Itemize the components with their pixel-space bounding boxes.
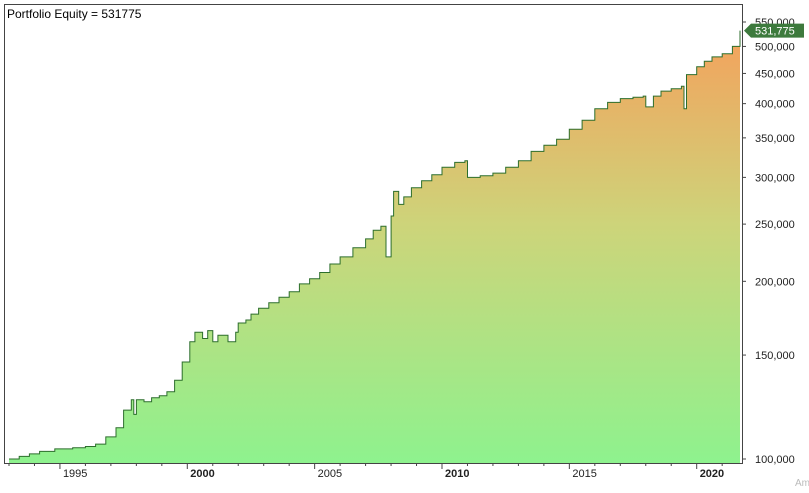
y-tick-label: 100,000: [755, 454, 795, 466]
x-tick-label: 2020: [700, 468, 724, 480]
y-tick-label: 450,000: [755, 68, 795, 80]
y-tick-label: 350,000: [755, 133, 795, 145]
y-tick-label: 200,000: [755, 276, 795, 288]
x-tick-label: 1995: [63, 468, 87, 480]
x-tick-label: 2005: [318, 468, 342, 480]
chart-title: Portfolio Equity = 531775: [7, 7, 142, 21]
last-value-label: 531,775: [755, 26, 795, 38]
x-tick-label: 2010: [445, 468, 469, 480]
last-value-marker: 531,775: [744, 23, 804, 38]
y-tick-label: 150,000: [755, 350, 795, 362]
y-tick-label: 500,000: [755, 41, 795, 53]
y-tick-label: 300,000: [755, 172, 795, 184]
watermark-text: Am: [795, 478, 809, 489]
x-tick-label: 2000: [190, 468, 214, 480]
y-tick-label: 400,000: [755, 99, 795, 111]
equity-chart: 1995 2000 2005 2010 2015 2020 100,000 150,000 2…: [0, 0, 809, 493]
y-tick-label: 250,000: [755, 219, 795, 231]
x-tick-label: 2015: [572, 468, 596, 480]
